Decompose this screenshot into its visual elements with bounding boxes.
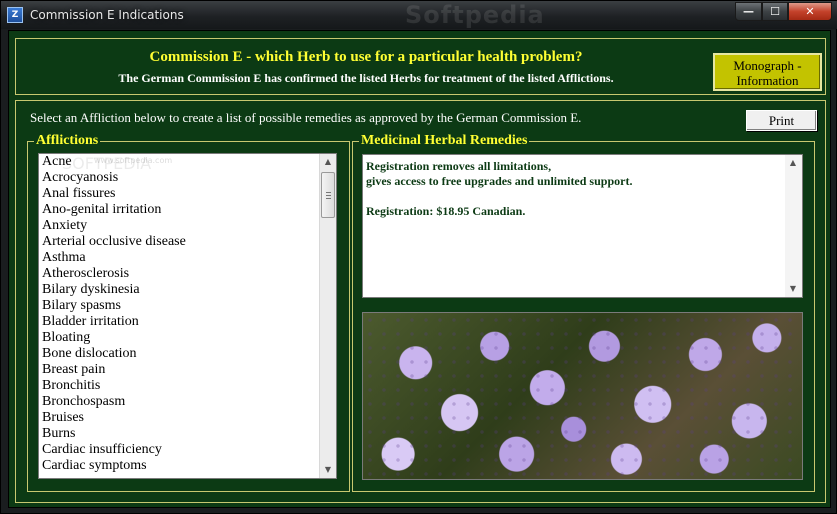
grip-line <box>326 195 331 196</box>
image-texture <box>363 313 802 479</box>
header-panel: Commission E - which Herb to use for a p… <box>15 38 826 95</box>
app-icon[interactable]: Z <box>7 7 23 23</box>
list-item[interactable]: Atherosclerosis <box>42 266 319 282</box>
remedies-textbox[interactable]: Registration removes all limitations, gi… <box>362 154 803 298</box>
afflictions-legend: Afflictions <box>34 133 101 149</box>
list-item[interactable]: Bronchitis <box>42 378 319 394</box>
list-item[interactable]: Anal fissures <box>42 186 319 202</box>
list-item[interactable]: Bloating <box>42 330 319 346</box>
remedies-scrollbar[interactable]: ▲ ▼ <box>785 155 802 297</box>
scroll-up-arrow-icon[interactable]: ▲ <box>320 154 336 170</box>
afflictions-listbox[interactable]: SOFTPEDIA www.softpedia.com Acne Acrocya… <box>38 153 337 479</box>
scroll-down-arrow-icon[interactable]: ▼ <box>320 462 336 478</box>
list-item[interactable]: Arterial occlusive disease <box>42 234 319 250</box>
remedies-line: Registration removes all limitations, <box>366 159 552 173</box>
scroll-down-arrow-icon[interactable]: ▼ <box>785 281 801 297</box>
client-area: Commission E - which Herb to use for a p… <box>8 30 831 508</box>
list-item[interactable]: Bruises <box>42 410 319 426</box>
list-item[interactable]: Bronchospasm <box>42 394 319 410</box>
remedies-line: gives access to free upgrades and unlimi… <box>366 174 633 188</box>
afflictions-scrollbar[interactable]: ▲ ▼ <box>319 154 336 478</box>
app-window: Z Commission E Indications Softpedia — ☐… <box>0 0 837 514</box>
remedies-spacer <box>366 189 786 204</box>
remedies-line: Registration: $18.95 Canadian. <box>366 204 526 218</box>
list-item[interactable]: Bilary spasms <box>42 298 319 314</box>
list-item[interactable]: Acne <box>42 154 319 170</box>
list-item[interactable]: Bladder irritation <box>42 314 319 330</box>
list-item[interactable]: Ano-genital irritation <box>42 202 319 218</box>
scroll-up-arrow-icon[interactable]: ▲ <box>785 155 801 171</box>
afflictions-list: Acne Acrocyanosis Anal fissures Ano-geni… <box>39 154 319 474</box>
list-item[interactable]: Breast pain <box>42 362 319 378</box>
remedies-legend: Medicinal Herbal Remedies <box>359 133 530 149</box>
list-item[interactable]: Anxiety <box>42 218 319 234</box>
maximize-button[interactable]: ☐ <box>762 2 788 21</box>
monograph-information-button[interactable]: Monograph - Information <box>713 53 822 91</box>
grip-line <box>326 192 331 193</box>
title-bar[interactable]: Z Commission E Indications Softpedia — ☐… <box>1 1 837 29</box>
list-item[interactable]: Bone dislocation <box>42 346 319 362</box>
header-subtitle: The German Commission E has confirmed th… <box>118 71 614 85</box>
close-button[interactable]: ✕ <box>788 2 832 21</box>
instruction-text: Select an Affliction below to create a l… <box>30 110 582 125</box>
watermark-text: Softpedia <box>405 1 545 29</box>
caption-buttons: — ☐ ✕ <box>735 2 832 21</box>
window-title: Commission E Indications <box>30 8 184 22</box>
list-item[interactable]: Asthma <box>42 250 319 266</box>
scroll-thumb[interactable] <box>321 172 335 218</box>
grip-line <box>326 198 331 199</box>
print-button[interactable]: Print <box>746 110 817 131</box>
herb-flower-image <box>362 312 803 480</box>
list-item[interactable]: Acrocyanosis <box>42 170 319 186</box>
minimize-button[interactable]: — <box>735 2 762 21</box>
list-item[interactable]: Cardiac symptoms <box>42 458 319 474</box>
list-item[interactable]: Cardiac insufficiency <box>42 442 319 458</box>
list-item[interactable]: Bilary dyskinesia <box>42 282 319 298</box>
header-title: Commission E - which Herb to use for a p… <box>149 49 583 65</box>
list-item[interactable]: Burns <box>42 426 319 442</box>
remedies-text: Registration removes all limitations, gi… <box>366 159 786 219</box>
